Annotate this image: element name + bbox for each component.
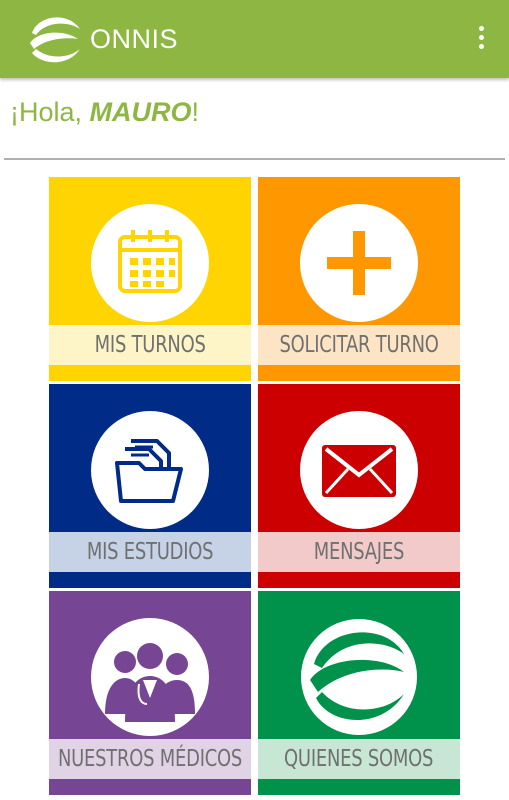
tile-label-band: MIS TURNOS — [49, 325, 251, 365]
tile-icon-circle — [91, 411, 209, 529]
tile-icon-circle — [91, 204, 209, 322]
plus-icon — [327, 231, 391, 295]
doctors-icon — [105, 643, 195, 722]
tile-label-band: MENSAJES — [258, 532, 460, 572]
tile-icon-circle — [300, 411, 418, 529]
tile-label-band: QUIENES SOMOS — [258, 739, 460, 779]
tile-label-band: MIS ESTUDIOS — [49, 532, 251, 572]
greeting-prefix: ¡Hola, — [10, 97, 90, 127]
tile-solicitar-turno[interactable]: SOLICITAR TURNO — [258, 177, 460, 381]
divider — [4, 158, 505, 160]
calendar-icon — [118, 230, 182, 293]
tile-mis-estudios[interactable]: MIS ESTUDIOS — [49, 384, 251, 588]
app-bar: ONNIS — [0, 0, 509, 78]
tile-label: SOLICITAR TURNO — [279, 332, 439, 358]
tile-icon-circle — [300, 618, 418, 736]
tile-label: MENSAJES — [313, 539, 405, 565]
tile-icon-circle — [300, 204, 418, 322]
tile-mis-turnos[interactable]: MIS TURNOS — [49, 177, 251, 381]
tile-label: NUESTROS MÉDICOS — [57, 746, 243, 772]
tile-label: QUIENES SOMOS — [284, 746, 434, 772]
documents-folder-icon — [115, 439, 183, 503]
onnis-swirl-logo-icon[interactable] — [24, 9, 86, 71]
tile-label: MIS ESTUDIOS — [86, 539, 214, 565]
tile-label: MIS TURNOS — [94, 332, 206, 358]
tile-quienes-somos[interactable]: QUIENES SOMOS — [258, 591, 460, 795]
tile-mensajes[interactable]: MENSAJES — [258, 384, 460, 588]
greeting-suffix: ! — [191, 97, 200, 127]
greeting-text: ¡Hola, MAURO! — [10, 97, 199, 128]
app-brand-name: ONNIS — [90, 24, 179, 54]
envelope-icon — [322, 445, 396, 497]
onnis-swirl-icon — [301, 619, 417, 735]
tile-nuestros-medicos[interactable]: NUESTROS MÉDICOS — [49, 591, 251, 795]
user-name: MAURO — [89, 97, 192, 127]
overflow-menu-icon[interactable] — [473, 26, 489, 54]
tile-label-band: NUESTROS MÉDICOS — [49, 739, 251, 779]
tile-label-band: SOLICITAR TURNO — [258, 325, 460, 365]
tile-icon-circle — [91, 618, 209, 736]
